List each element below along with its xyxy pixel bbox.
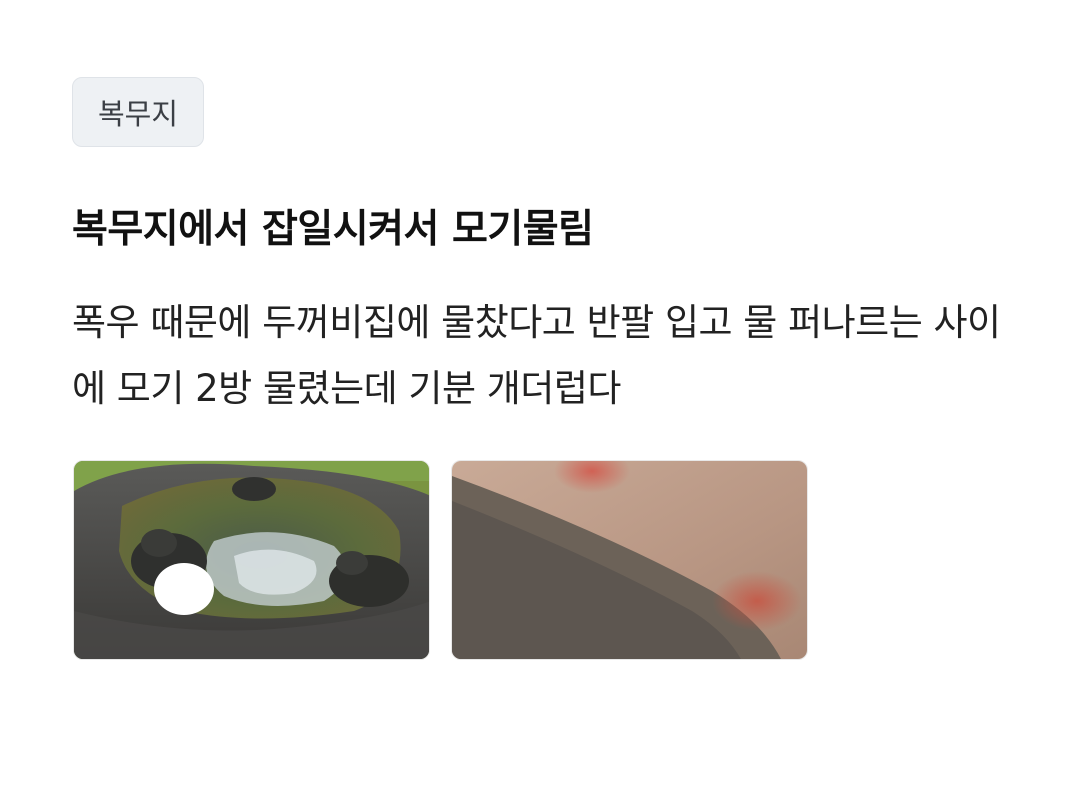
- post-card: 복무지 복무지에서 잡일시켜서 모기물림 폭우 때문에 두꺼비집에 물찼다고 반…: [0, 0, 1080, 789]
- post-image-2[interactable]: [451, 460, 808, 660]
- category-tag-label: 복무지: [98, 97, 179, 131]
- post-image-1[interactable]: [73, 460, 430, 660]
- post-title[interactable]: 복무지에서 잡일시켜서 모기물림: [72, 198, 594, 254]
- category-tag[interactable]: 복무지: [72, 77, 205, 147]
- post-body: 폭우 때문에 두꺼비집에 물찼다고 반팔 입고 물 퍼나르는 사이에 모기 2방…: [72, 301, 1001, 410]
- frog-fountain-photo: [74, 461, 429, 659]
- mosquito-bite-arm-photo: [452, 461, 807, 659]
